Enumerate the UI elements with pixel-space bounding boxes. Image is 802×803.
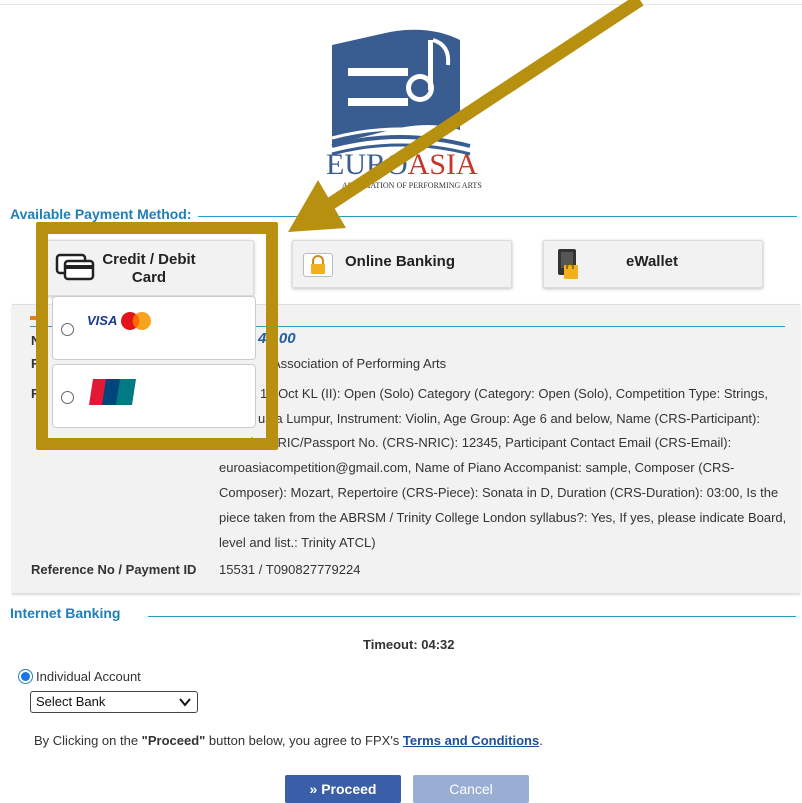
top-border [0, 4, 802, 5]
timeout-text: Timeout: 04:32 [363, 637, 455, 652]
logo-text-asia: ASIA [407, 148, 478, 181]
order-info-caret-icon [30, 316, 38, 320]
description-line-5: Composer): Mozart, Repertoire (CRS-Piece… [219, 485, 779, 500]
card-option-radio-1[interactable] [61, 323, 74, 336]
logo-subtitle: ASSOCIATION OF PERFORMING ARTS [342, 181, 482, 190]
tab-ewallet-label: eWallet [626, 253, 678, 270]
internet-banking-divider [148, 616, 796, 617]
amount-value: 40.00 [258, 326, 296, 351]
agree-bold: "Proceed" [141, 733, 206, 748]
logo: EUROASIA ASSOCIATION OF PERFORMING ARTS [320, 20, 490, 195]
tab-online-banking[interactable]: Online Banking [292, 240, 512, 288]
bank-select[interactable]: Select Bank [30, 691, 198, 713]
terms-agreement-text: By Clicking on the "Proceed" button belo… [34, 733, 543, 748]
visa-logo-icon: VISA [87, 313, 118, 328]
wallet-icon [558, 249, 578, 279]
mastercard-logo-icon [121, 312, 151, 330]
agree-mid: button below, you agree to FPX's [205, 733, 403, 748]
payee-value: Association of Performing Arts [272, 356, 447, 371]
payment-method-title: Available Payment Method: [10, 206, 198, 222]
card-option-unionpay[interactable] [52, 364, 256, 428]
tab-credit-debit-card[interactable]: Credit / Debit Card [46, 240, 254, 296]
terms-link[interactable]: Terms and Conditions [403, 733, 539, 748]
credit-card-icon [55, 253, 95, 281]
reference-value: 15531 / T090827779224 [219, 562, 361, 577]
tab-ewallet[interactable]: eWallet [543, 240, 763, 288]
chevron-down-icon [179, 698, 191, 707]
amount-number: 40.00 [258, 330, 296, 347]
individual-account-label: Individual Account [36, 669, 141, 684]
card-option-radio-2[interactable] [61, 391, 74, 404]
internet-banking-title: Internet Banking [10, 605, 127, 621]
description-line-7: level and list.: Trinity ATCL) [219, 535, 376, 550]
reference-label: Reference No / Payment ID [31, 562, 197, 577]
label-f2: F [31, 386, 39, 401]
card-option-visa-mastercard[interactable]: VISA [52, 296, 256, 360]
agree-suffix: . [539, 733, 543, 748]
label-f1: F [31, 356, 39, 371]
tab-online-banking-label: Online Banking [345, 253, 456, 270]
lock-icon [303, 253, 333, 277]
description-line-1: 13 Oct KL (II): Open (Solo) Category (Ca… [260, 386, 768, 401]
description-line-2: uala Lumpur, Instrument: Violin, Age Gro… [258, 411, 760, 426]
individual-account-radio[interactable] [18, 669, 33, 684]
description-line-3: sample, NRIC/Passport No. (CRS-NRIC): 12… [219, 435, 732, 450]
agree-prefix: By Clicking on the [34, 733, 142, 748]
cancel-button[interactable]: Cancel [413, 775, 529, 803]
label-n: N [31, 333, 41, 348]
description-line-4: euroasiacompetition@gmail.com, Name of P… [219, 460, 735, 475]
unionpay-logo-icon [89, 379, 136, 405]
proceed-button[interactable]: » Proceed [285, 775, 401, 803]
logo-text-euro: EURO [326, 148, 408, 181]
bank-select-value: Select Bank [36, 694, 106, 709]
tab-credit-debit-card-label: Credit / Debit Card [102, 251, 196, 286]
description-line-6: piece taken from the ABRSM / Trinity Col… [219, 510, 787, 525]
